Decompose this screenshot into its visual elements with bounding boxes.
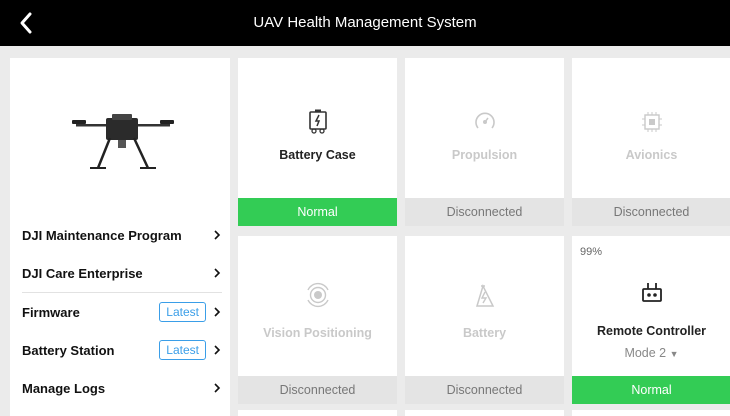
drone-image: [72, 114, 174, 169]
sidebar-item-battery-station[interactable]: Battery Station Latest: [22, 331, 222, 369]
status-badge: Latest: [159, 340, 206, 360]
module-status: Normal: [238, 198, 397, 226]
module-card-avionics[interactable]: Avionics Disconnected: [572, 58, 730, 226]
module-status: Disconnected: [238, 376, 397, 404]
module-card-battery[interactable]: Battery Disconnected: [405, 236, 564, 404]
page-title: UAV Health Management System: [253, 14, 477, 31]
sidebar-item-maintenance[interactable]: DJI Maintenance Program: [22, 216, 222, 254]
propulsion-icon: [474, 112, 495, 129]
module-status: Disconnected: [405, 376, 564, 404]
chevron-right-icon: [214, 345, 221, 355]
header-bar: UAV Health Management System: [0, 0, 730, 46]
module-name: Battery: [462, 326, 507, 340]
chevron-right-icon: [214, 230, 221, 240]
module-card-propulsion[interactable]: Propulsion Disconnected: [405, 58, 564, 226]
module-name: Remote Controller: [596, 324, 707, 338]
sidebar-item-label: Firmware: [22, 304, 80, 320]
module-card-vision-positioning[interactable]: Vision Positioning Disconnected: [238, 236, 397, 404]
caret-down-icon: ▼: [669, 349, 679, 359]
remote-controller-icon: [641, 283, 662, 302]
sidebar-item-label: Battery Station: [22, 342, 115, 358]
battery-percent: 99%: [580, 246, 603, 258]
module-status: Disconnected: [405, 198, 564, 226]
sidebar-item-firmware[interactable]: Firmware Latest: [22, 292, 222, 331]
chevron-right-icon: [214, 268, 221, 278]
mode-dropdown[interactable]: Mode 2 ▼: [572, 346, 730, 360]
sidebar-item-care[interactable]: DJI Care Enterprise: [22, 254, 222, 292]
sidebar-panel: DJI Maintenance Program DJI Care Enterpr…: [10, 58, 230, 416]
battery-icon: [475, 283, 494, 307]
mode-value: Mode 2: [624, 346, 667, 360]
status-badge: Latest: [159, 302, 206, 322]
battery-case-icon: [308, 109, 327, 134]
module-name: Propulsion: [451, 148, 518, 162]
sidebar-item-label: DJI Maintenance Program: [22, 227, 182, 243]
chevron-right-icon: [214, 383, 221, 393]
sidebar-item-logs[interactable]: Manage Logs: [22, 369, 222, 407]
module-status: Disconnected: [572, 198, 730, 226]
vision-positioning-icon: [306, 282, 329, 308]
avionics-icon: [641, 112, 662, 132]
module-card-partial: [405, 410, 564, 416]
module-card-battery-case[interactable]: Battery Case Normal: [238, 58, 397, 226]
sidebar-item-label: Manage Logs: [22, 380, 106, 396]
module-card-remote-controller[interactable]: 99% Remote Controller Mode 2 ▼ Normal: [572, 236, 730, 404]
chevron-right-icon: [214, 307, 221, 317]
module-name: Battery Case: [279, 148, 356, 162]
sidebar-item-label: DJI Care Enterprise: [22, 265, 143, 281]
module-name: Avionics: [625, 148, 678, 162]
module-status: Normal: [572, 376, 730, 404]
module-name: Vision Positioning: [263, 326, 372, 340]
module-card-partial: [238, 410, 397, 416]
module-card-partial: [572, 410, 730, 416]
